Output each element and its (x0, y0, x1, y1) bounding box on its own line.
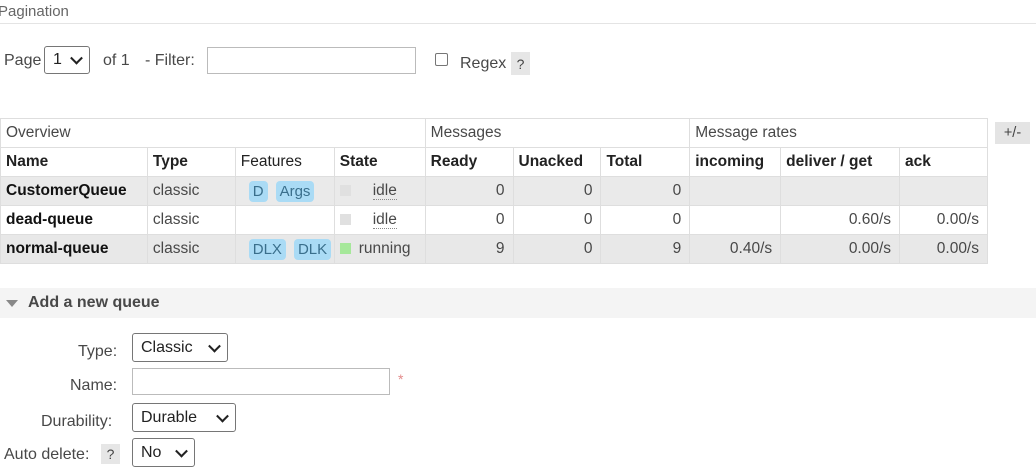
pagination-divider (0, 23, 1036, 24)
auto-delete-label: Auto delete: (4, 446, 90, 463)
ready-count: 9 (424, 234, 514, 264)
type-select-value: Classic (141, 338, 193, 356)
table-row[interactable]: normal-queue classic DLX DLK running 9 0 … (0, 234, 988, 264)
ack-rate: 0.00/s (899, 234, 988, 264)
name-label: Name: (70, 377, 118, 394)
incoming-rate (689, 176, 782, 206)
feature-tag: D (248, 180, 268, 202)
state-label: running (358, 240, 411, 257)
state-indicator-icon (339, 214, 351, 225)
ack-rate: 0.00/s (899, 205, 988, 235)
feature-tag: Args (275, 180, 315, 202)
required-marker: * (398, 371, 404, 387)
regex-label: Regex (460, 55, 507, 72)
triangle-down-icon (6, 300, 18, 307)
incoming-rate (689, 205, 782, 235)
chevron-down-icon (216, 409, 229, 423)
column-header-incoming[interactable]: incoming (689, 147, 782, 177)
queue-name-link[interactable]: normal-queue (0, 234, 148, 264)
chevron-down-icon (175, 444, 188, 458)
ack-rate (899, 176, 988, 206)
column-header-deliver-get[interactable]: deliver / get (780, 147, 901, 177)
queue-state: running (333, 234, 426, 264)
column-header-state[interactable]: State (333, 147, 426, 177)
total-count: 0 (600, 176, 691, 206)
filter-input[interactable] (207, 47, 416, 74)
table-row[interactable]: CustomerQueue classic D Args idle 0 0 0 (0, 176, 988, 206)
columns-toggle-button[interactable]: +/- (995, 122, 1030, 144)
page-label: Page (4, 52, 42, 69)
table-row[interactable]: dead-queue classic idle 0 0 0 0.60/s 0.0… (0, 205, 988, 235)
pagination-heading[interactable]: Pagination (0, 3, 69, 20)
queue-type: classic (146, 205, 236, 235)
durability-select[interactable]: Durable (132, 403, 236, 432)
column-header-features: Features (234, 147, 335, 177)
group-messages: Messages (424, 118, 691, 148)
type-label: Type: (78, 343, 118, 360)
feature-tag: DLK (293, 238, 332, 260)
queue-type: classic (146, 234, 236, 264)
queues-table: Overview Messages Message rates Name Typ… (0, 118, 988, 264)
state-indicator-icon (339, 185, 351, 196)
queue-name-link[interactable]: dead-queue (0, 205, 148, 235)
unacked-count: 0 (512, 234, 602, 264)
name-input[interactable] (132, 368, 390, 395)
group-overview: Overview (0, 118, 426, 148)
unacked-count: 0 (512, 176, 602, 206)
column-header-type[interactable]: Type (146, 147, 236, 177)
queue-features (234, 205, 335, 235)
column-header-ready[interactable]: Ready (424, 147, 514, 177)
queue-features: D Args (234, 176, 335, 206)
queue-type: classic (146, 176, 236, 206)
column-header-unacked[interactable]: Unacked (512, 147, 602, 177)
page-select-value: 1 (53, 51, 62, 68)
regex-checkbox[interactable] (435, 53, 448, 66)
type-select[interactable]: Classic (132, 333, 228, 362)
state-indicator-icon (339, 243, 351, 254)
column-header-name[interactable]: Name (0, 147, 148, 177)
page-select[interactable]: 1 (44, 46, 90, 74)
auto-delete-help-button[interactable]: ? (101, 444, 120, 464)
chevron-down-icon (208, 339, 221, 353)
incoming-rate: 0.40/s (689, 234, 782, 264)
state-label: idle (372, 211, 397, 229)
ready-count: 0 (424, 176, 514, 206)
column-header-ack[interactable]: ack (899, 147, 988, 177)
auto-delete-select-value: No (141, 443, 162, 461)
state-label: idle (372, 182, 397, 200)
chevron-down-icon (70, 51, 83, 65)
ready-count: 0 (424, 205, 514, 235)
durability-label: Durability: (41, 413, 113, 430)
regex-help-button[interactable]: ? (511, 52, 530, 75)
group-message-rates: Message rates (689, 118, 988, 148)
queue-state: idle (333, 205, 426, 235)
queue-state: idle (333, 176, 426, 206)
deliver-get-rate: 0.60/s (780, 205, 901, 235)
page-count-label: of 1 (103, 52, 130, 69)
total-count: 9 (600, 234, 691, 264)
column-header-total[interactable]: Total (600, 147, 691, 177)
deliver-get-rate (780, 176, 901, 206)
add-queue-title: Add a new queue (28, 294, 160, 311)
durability-select-value: Durable (141, 408, 198, 426)
unacked-count: 0 (512, 205, 602, 235)
total-count: 0 (600, 205, 691, 235)
deliver-get-rate: 0.00/s (780, 234, 901, 264)
filter-label: - Filter: (145, 52, 195, 69)
feature-tag: DLX (248, 238, 286, 260)
queue-features: DLX DLK (234, 234, 335, 264)
auto-delete-select[interactable]: No (132, 438, 195, 467)
add-queue-section-header[interactable]: Add a new queue (0, 288, 1036, 318)
queue-name-link[interactable]: CustomerQueue (0, 176, 148, 206)
